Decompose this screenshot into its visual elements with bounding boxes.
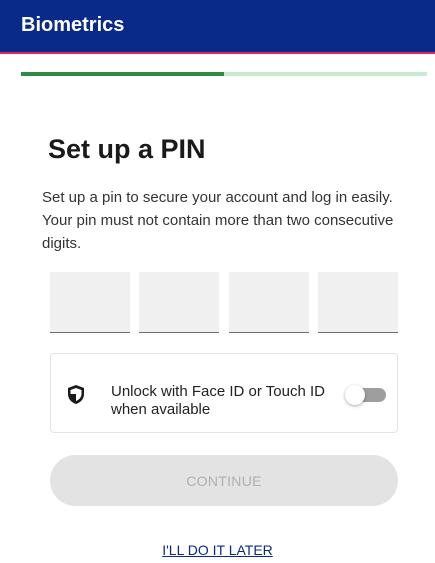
- app-bar-title: Biometrics: [21, 14, 125, 36]
- page-description: Set up a pin to secure your account and …: [42, 189, 394, 252]
- pin-digit-4[interactable]: [317, 272, 398, 333]
- pin-digit-3[interactable]: [228, 272, 309, 333]
- biometric-toggle-knob: [345, 385, 365, 405]
- do-it-later-link[interactable]: I'LL DO IT LATER: [0, 541, 435, 559]
- step-progress-fill: [21, 72, 224, 76]
- step-progress-bar: [21, 72, 427, 76]
- pin-input-row: [50, 272, 398, 333]
- shield-icon: [68, 385, 84, 404]
- pin-digit-1[interactable]: [50, 272, 130, 333]
- app-bar: Biometrics: [0, 0, 435, 54]
- continue-button[interactable]: CONTINUE: [50, 455, 398, 506]
- biometric-option-card: Unlock with Face ID or Touch ID when ava…: [50, 353, 398, 433]
- pin-digit-2[interactable]: [139, 272, 220, 333]
- biometric-option-label: Unlock with Face ID or Touch ID when ava…: [111, 383, 325, 418]
- biometric-toggle[interactable]: [345, 385, 386, 405]
- page-title: Set up a PIN: [48, 134, 206, 164]
